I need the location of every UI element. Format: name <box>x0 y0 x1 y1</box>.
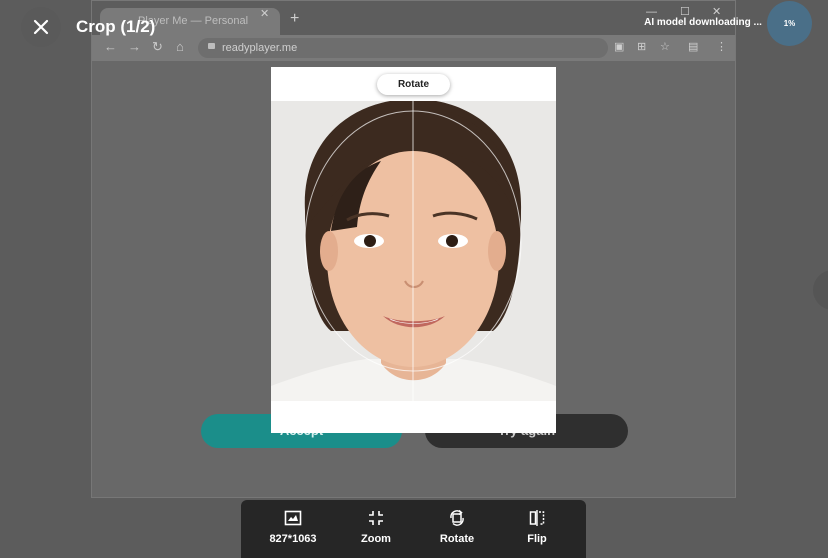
reload-icon: ↻ <box>152 39 163 54</box>
crop-bottom-band <box>271 401 556 433</box>
crop-toolbar: 827*1063 Zoom Rotate Flip <box>241 500 586 558</box>
lock-icon <box>208 43 215 49</box>
portrait-photo <box>271 101 556 401</box>
zoom-label: Zoom <box>361 533 391 545</box>
rotate-button[interactable]: Rotate <box>417 500 497 558</box>
download-status-text: AI model downloading ... <box>644 17 762 28</box>
aspect-ratio-button[interactable]: 827*1063 <box>253 500 333 558</box>
rotate-icon <box>450 509 464 526</box>
address-bar: readyplayer.me <box>198 38 608 58</box>
profile-icon: ▤ <box>688 41 699 53</box>
aspect-ratio-label: 827*1063 <box>269 533 317 545</box>
zoom-button[interactable]: Zoom <box>336 500 416 558</box>
zoom-icon <box>369 511 383 525</box>
close-icon <box>33 19 49 35</box>
extension-icon: ▣ <box>614 41 625 53</box>
tab-close-icon: ✕ <box>260 8 270 20</box>
side-floating-button[interactable] <box>813 270 828 310</box>
page-title: Crop (1/2) <box>76 17 156 36</box>
flip-icon <box>529 510 545 526</box>
forward-icon: → <box>128 39 141 54</box>
download-progress-indicator: 1% <box>767 1 812 46</box>
browser-menu-icon: ⋮ <box>716 41 727 53</box>
close-button[interactable] <box>21 7 61 47</box>
address-url: readyplayer.me <box>222 42 298 54</box>
crop-frame[interactable]: Rotate <box>271 67 556 433</box>
rotate-chip[interactable]: Rotate <box>377 74 450 95</box>
rotate-label: Rotate <box>439 533 475 545</box>
flip-button[interactable]: Flip <box>497 500 577 558</box>
translate-icon: ⊞ <box>637 41 647 53</box>
aspect-ratio-icon <box>284 510 302 526</box>
bookmark-star-icon: ☆ <box>660 41 670 53</box>
back-icon: ← <box>104 39 117 54</box>
flip-label: Flip <box>527 533 547 545</box>
new-tab-icon: + <box>290 10 300 27</box>
home-icon: ⌂ <box>176 39 184 54</box>
browser-toolbar: ← → ↻ ⌂ readyplayer.me ▣ ⊞ ☆ ▤ ⋮ <box>92 35 735 61</box>
download-progress-label: 1% <box>783 19 796 28</box>
portrait-illustration <box>271 101 556 401</box>
